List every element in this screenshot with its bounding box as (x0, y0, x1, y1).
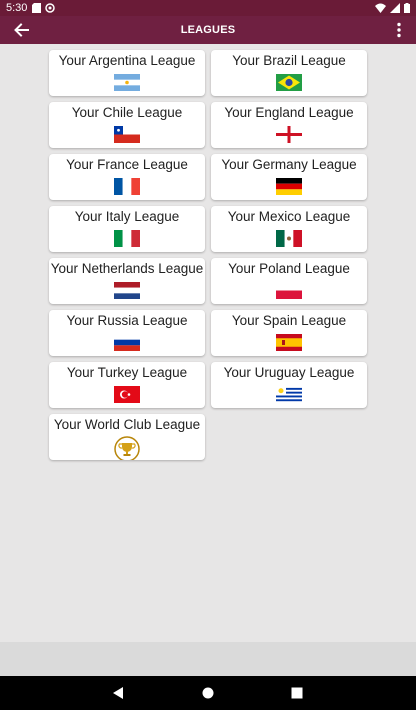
league-card-mexico[interactable]: Your Mexico League (211, 206, 367, 252)
league-label: Your Turkey League (66, 365, 188, 380)
league-card-turkey[interactable]: Your Turkey League (49, 362, 205, 408)
league-label: Your World Club League (53, 417, 201, 432)
france-flag-icon (114, 178, 140, 195)
app-bar: LEAGUES (0, 16, 416, 44)
more-options-icon[interactable] (396, 22, 402, 38)
league-label: Your Spain League (231, 313, 347, 328)
chile-flag-icon (114, 126, 140, 143)
league-card-argentina[interactable]: Your Argentina League (49, 50, 205, 96)
netherlands-flag-icon (114, 282, 140, 299)
wifi-icon (375, 3, 386, 13)
status-time: 5:30 (6, 2, 28, 14)
league-card-spain[interactable]: Your Spain League (211, 310, 367, 356)
league-label: Your Uruguay League (223, 365, 355, 380)
bottom-spacer (0, 642, 416, 676)
league-card-germany[interactable]: Your Germany League (211, 154, 367, 200)
league-card-netherlands[interactable]: Your Netherlands League (49, 258, 205, 304)
recents-nav-icon[interactable] (290, 686, 304, 700)
league-card-chile[interactable]: Your Chile League (49, 102, 205, 148)
brazil-flag-icon (276, 74, 302, 91)
league-label: Your Netherlands League (50, 261, 204, 276)
leagues-grid: Your Argentina League Your Brazil League… (49, 50, 367, 460)
turkey-flag-icon (114, 386, 140, 403)
system-nav-bar (0, 676, 416, 710)
italy-flag-icon (114, 230, 140, 247)
trophy-icon (114, 436, 140, 460)
home-nav-icon[interactable] (201, 686, 215, 700)
league-card-brazil[interactable]: Your Brazil League (211, 50, 367, 96)
league-card-poland[interactable]: Your Poland League (211, 258, 367, 304)
page-title: LEAGUES (180, 24, 236, 36)
league-label: Your Mexico League (227, 209, 351, 224)
league-card-england[interactable]: Your England League (211, 102, 367, 148)
mexico-flag-icon (276, 230, 302, 247)
league-card-italy[interactable]: Your Italy League (49, 206, 205, 252)
spain-flag-icon (276, 334, 302, 351)
league-label: Your Germany League (221, 157, 357, 172)
league-label: Your Chile League (71, 105, 183, 120)
england-flag-icon (276, 126, 302, 143)
uruguay-flag-icon (276, 386, 302, 403)
league-card-world-club[interactable]: Your World Club League (49, 414, 205, 460)
battery-icon (404, 3, 410, 13)
argentina-flag-icon (114, 74, 140, 91)
league-label: Your Italy League (74, 209, 180, 224)
league-card-france[interactable]: Your France League (49, 154, 205, 200)
league-label: Your Russia League (66, 313, 188, 328)
poland-flag-icon (276, 282, 302, 299)
sd-card-icon (32, 3, 41, 13)
signal-icon (390, 3, 400, 13)
russia-flag-icon (114, 334, 140, 351)
league-label: Your Poland League (228, 261, 350, 276)
league-card-russia[interactable]: Your Russia League (49, 310, 205, 356)
back-nav-icon[interactable] (111, 686, 125, 700)
league-card-uruguay[interactable]: Your Uruguay League (211, 362, 367, 408)
league-label: Your England League (224, 105, 354, 120)
germany-flag-icon (276, 178, 302, 195)
sync-icon (45, 3, 55, 13)
league-label: Your Argentina League (58, 53, 196, 68)
league-label: Your Brazil League (232, 53, 346, 68)
league-label: Your France League (66, 157, 188, 172)
leagues-content: Your Argentina League Your Brazil League… (0, 44, 416, 642)
status-bar: 5:30 (0, 0, 416, 16)
